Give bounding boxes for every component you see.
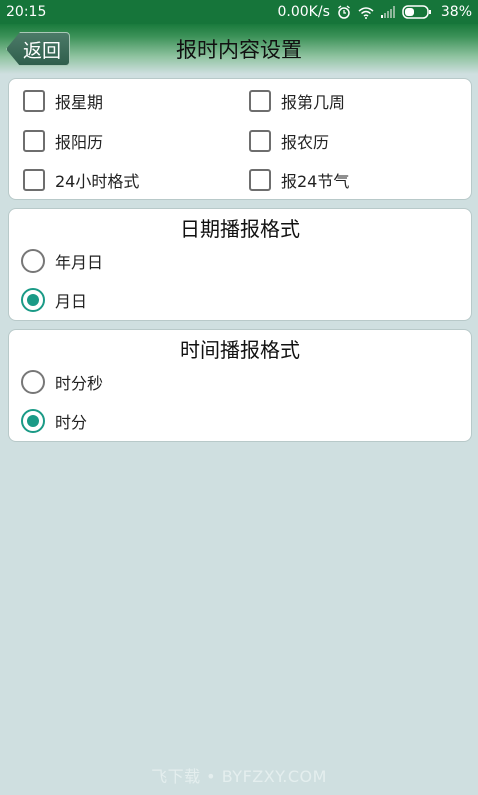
option-week-number[interactable]: 报第几周 (249, 89, 345, 113)
wifi-icon (358, 6, 374, 19)
alarm-icon (337, 5, 351, 19)
net-speed: 0.00K/s (277, 4, 330, 20)
radio-label: 年月日 (55, 253, 104, 272)
radio-month-day[interactable]: 月日 (21, 288, 87, 312)
option-label: 报阳历 (55, 133, 104, 152)
checkbox[interactable] (249, 169, 271, 191)
radio-label: 月日 (55, 292, 88, 311)
option-solar-terms[interactable]: 报24节气 (249, 168, 349, 192)
time-format-card: 时间播报格式 时分秒 时分 (8, 329, 472, 442)
battery-percent: 38% (440, 4, 472, 20)
radio-year-month-day[interactable]: 年月日 (21, 249, 103, 273)
radio-hour-minute[interactable]: 时分 (21, 409, 87, 433)
option-label: 24小时格式 (55, 172, 140, 191)
status-indicators: 0.00K/s 38% (278, 4, 473, 20)
option-lunar-date[interactable]: 报农历 (249, 129, 329, 153)
option-24-hour[interactable]: 24小时格式 (23, 168, 139, 192)
radio-hour-minute-second[interactable]: 时分秒 (21, 370, 103, 394)
battery-icon (402, 5, 432, 19)
title-bar: 报时内容设置 返回 (0, 24, 478, 74)
announce-options-card: 报星期 报第几周 报阳历 报农历 24小时格式 报24节气 (8, 78, 472, 200)
option-label: 报农历 (281, 133, 330, 152)
watermark: 飞下载 • BYFZXY.COM (151, 767, 327, 786)
option-solar-date[interactable]: 报阳历 (23, 129, 103, 153)
section-title: 日期播报格式 (180, 217, 300, 241)
checkbox[interactable] (249, 130, 271, 152)
status-time: 20:15 (6, 4, 47, 20)
checkbox[interactable] (23, 130, 45, 152)
checkbox[interactable] (249, 90, 271, 112)
checkbox[interactable] (23, 90, 45, 112)
radio-button-selected[interactable] (21, 288, 45, 312)
radio-button[interactable] (21, 249, 45, 273)
option-label: 报星期 (55, 93, 104, 112)
option-label: 报第几周 (281, 93, 346, 112)
radio-button-selected[interactable] (21, 409, 45, 433)
checkbox[interactable] (23, 169, 45, 191)
signal-icon (380, 6, 395, 18)
page-title: 报时内容设置 (176, 38, 302, 62)
section-title: 时间播报格式 (180, 338, 300, 362)
option-weekday[interactable]: 报星期 (23, 89, 103, 113)
date-format-card: 日期播报格式 年月日 月日 (8, 208, 472, 321)
radio-button[interactable] (21, 370, 45, 394)
option-label: 报24节气 (281, 172, 350, 191)
status-bar: 20:15 0.00K/s 38% (0, 0, 478, 24)
radio-label: 时分 (55, 413, 88, 432)
radio-label: 时分秒 (55, 374, 104, 393)
